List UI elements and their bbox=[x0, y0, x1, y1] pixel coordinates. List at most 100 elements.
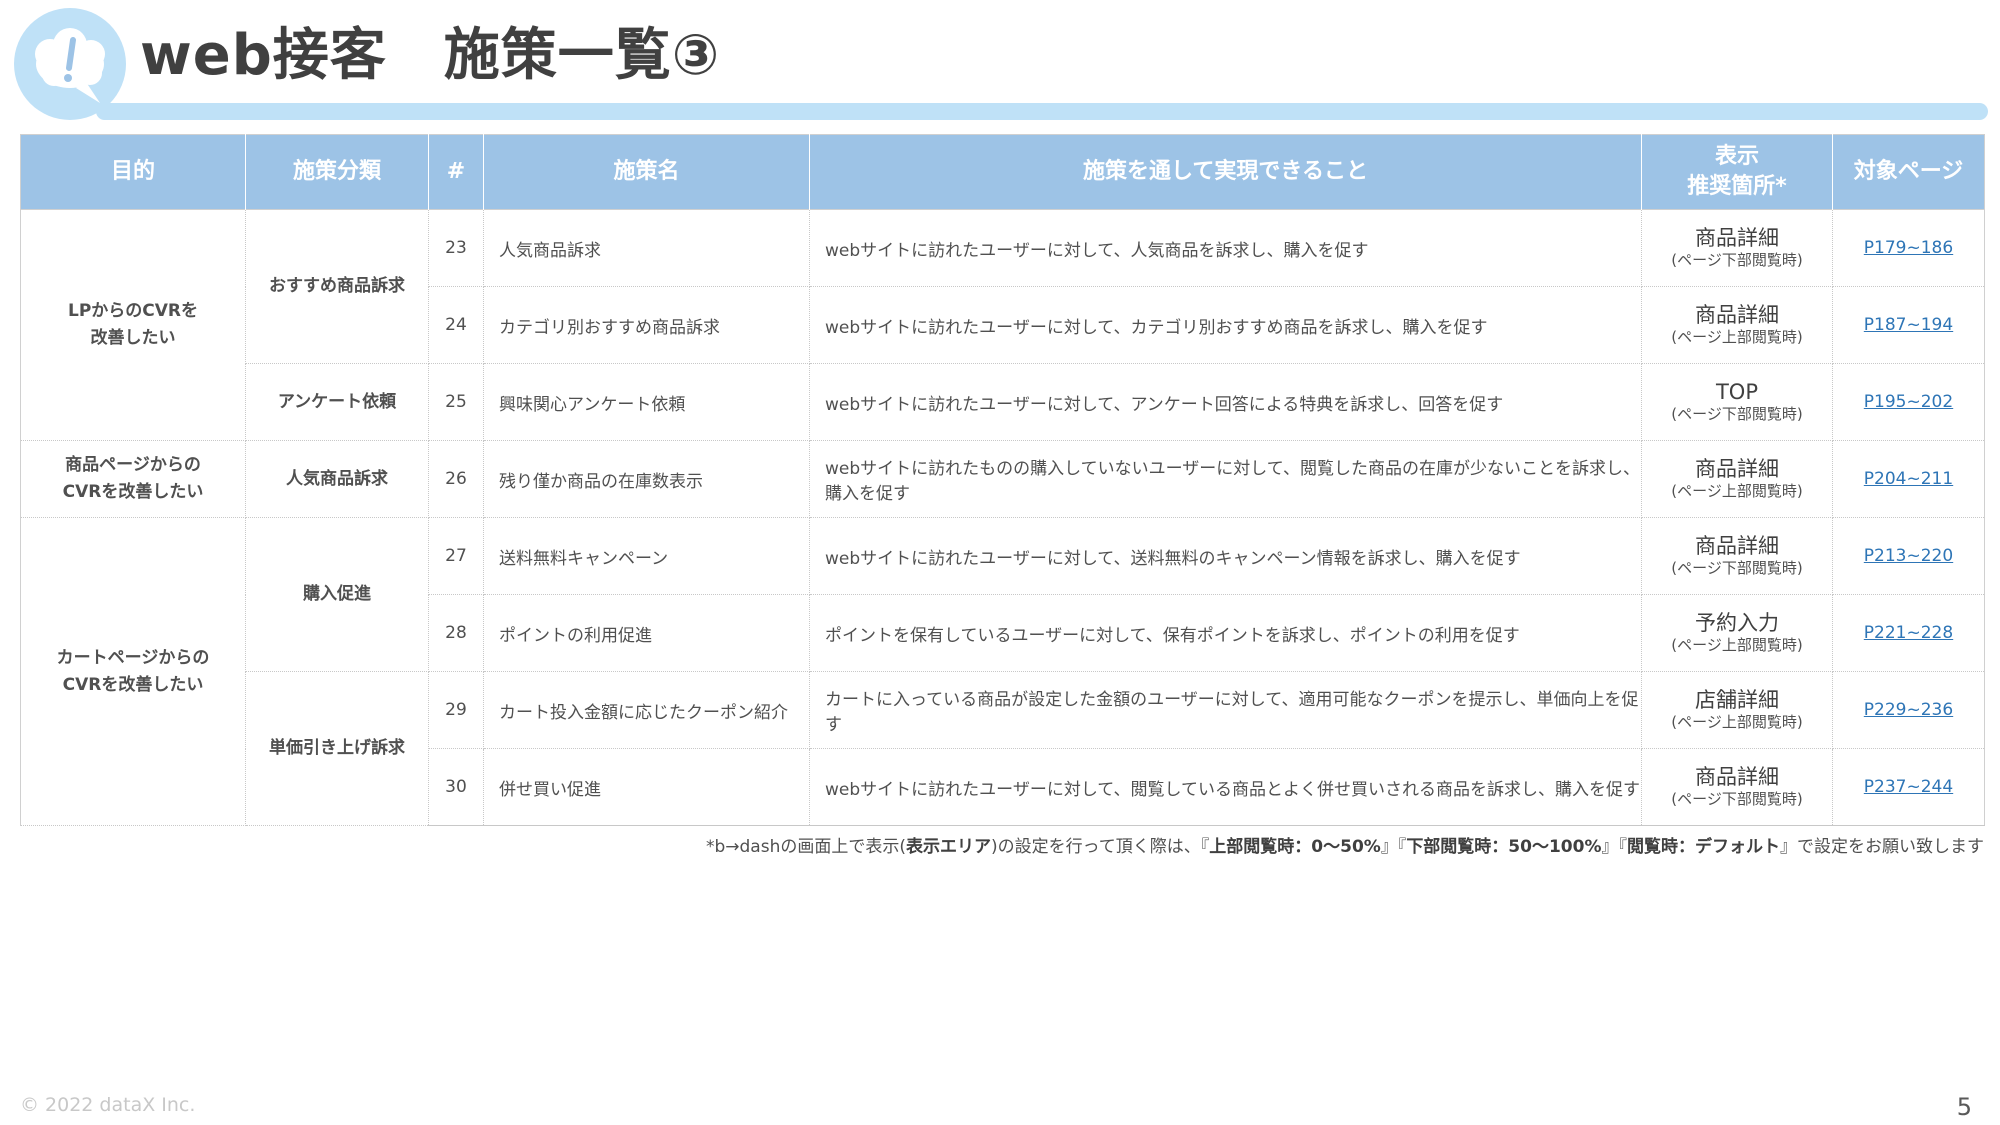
footnote-text: 』『 bbox=[1601, 837, 1628, 857]
target-page-link[interactable]: P204~211 bbox=[1864, 469, 1953, 489]
footnote-text: 』『 bbox=[1380, 837, 1407, 857]
purpose-line2: CVRを改善したい bbox=[62, 674, 204, 695]
measure-description: webサイトに訪れたユーザーに対して、カテゴリ別おすすめ商品を訴求し、購入を促す bbox=[809, 286, 1642, 364]
measure-description: カートに入っている商品が設定した金額のユーザーに対して、適用可能なクーポンを提示… bbox=[809, 671, 1642, 749]
placement-cell: 予約入力 (ページ上部閲覧時) bbox=[1641, 594, 1833, 672]
placement-header-line2: 推奨箇所* bbox=[1687, 174, 1787, 199]
measure-name: 人気商品訴求 bbox=[483, 209, 810, 287]
placement-cell: TOP (ページ下部閲覧時) bbox=[1641, 363, 1833, 441]
placement-sub: (ページ下部閲覧時) bbox=[1671, 790, 1803, 808]
measure-number: 26 bbox=[428, 440, 484, 518]
placement-cell: 商品詳細 (ページ下部閲覧時) bbox=[1641, 517, 1833, 595]
col-header-placement: 表示推奨箇所* bbox=[1641, 134, 1833, 210]
measure-name: 併せ買い促進 bbox=[483, 748, 810, 826]
placement-sub: (ページ下部閲覧時) bbox=[1671, 405, 1803, 423]
purpose-line2: 改善したい bbox=[90, 328, 176, 348]
target-page-link[interactable]: P237~244 bbox=[1864, 777, 1953, 797]
measure-name: 興味関心アンケート依頼 bbox=[483, 363, 810, 441]
measure-name: カート投入金額に応じたクーポン紹介 bbox=[483, 671, 810, 749]
placement-cell: 商品詳細 (ページ上部閲覧時) bbox=[1641, 440, 1833, 518]
purpose-cell: LPからのCVRを 改善したい bbox=[20, 209, 246, 441]
measure-description: webサイトに訪れたものの購入していないユーザーに対して、閲覧した商品の在庫が少… bbox=[809, 440, 1642, 518]
category-cell: 単価引き上げ訴求 bbox=[245, 671, 429, 826]
placement-sub: (ページ上部閲覧時) bbox=[1671, 328, 1803, 346]
placement-main: 店舗詳細 bbox=[1695, 688, 1779, 712]
table-row: カートページからの CVRを改善したい 購入促進 27 送料無料キャンペーン we… bbox=[20, 517, 1985, 826]
placement-header-line1: 表示 bbox=[1714, 144, 1759, 169]
col-header-num: # bbox=[428, 134, 484, 210]
measure-description: ポイントを保有しているユーザーに対して、保有ポイントを訴求し、ポイントの利用を促… bbox=[809, 594, 1642, 672]
measure-number: 28 bbox=[428, 594, 484, 672]
target-page-link[interactable]: P187~194 bbox=[1864, 315, 1953, 335]
placement-cell: 商品詳細 (ページ下部閲覧時) bbox=[1641, 748, 1833, 826]
placement-sub: (ページ上部閲覧時) bbox=[1671, 636, 1803, 654]
table-header-row: 目的 施策分類 # 施策名 施策を通して実現できること 表示推奨箇所* 対象ペー… bbox=[20, 134, 1985, 210]
placement-sub: (ページ下部閲覧時) bbox=[1671, 559, 1803, 577]
footnote-bold: 下部閲覧時：50～100% bbox=[1406, 837, 1602, 857]
table-row: 単価引き上げ訴求 29 カート投入金額に応じたクーポン紹介 カートに入っている商… bbox=[21, 671, 1985, 826]
page-number: 5 bbox=[1956, 1093, 1972, 1121]
target-page-cell: P213~220 bbox=[1832, 517, 1985, 595]
measure-number: 25 bbox=[428, 363, 484, 441]
measure-name: 送料無料キャンペーン bbox=[483, 517, 810, 595]
category-cell: アンケート依頼 bbox=[245, 363, 429, 441]
target-page-link[interactable]: P195~202 bbox=[1864, 392, 1953, 412]
measure-name: カテゴリ別おすすめ商品訴求 bbox=[483, 286, 810, 364]
footnote-bold: 上部閲覧時：0～50% bbox=[1209, 837, 1381, 857]
category-cell: 購入促進 bbox=[245, 517, 429, 672]
page-title: web接客 施策一覧③ bbox=[140, 23, 721, 88]
purpose-cell: カートページからの CVRを改善したい bbox=[20, 517, 246, 826]
target-page-cell: P221~228 bbox=[1832, 594, 1985, 672]
placement-cell: 店舗詳細 (ページ上部閲覧時) bbox=[1641, 671, 1833, 749]
copyright: © 2022 dataX Inc. bbox=[20, 1094, 196, 1116]
col-header-description: 施策を通して実現できること bbox=[809, 134, 1642, 210]
title-underline-bar bbox=[96, 103, 1988, 120]
measure-name: ポイントの利用促進 bbox=[483, 594, 810, 672]
footnote-bold: 閲覧時：デフォルト bbox=[1627, 837, 1780, 857]
target-page-cell: P187~194 bbox=[1832, 286, 1985, 364]
placement-main: TOP bbox=[1715, 380, 1759, 404]
purpose-line1: LPからのCVRを bbox=[67, 301, 198, 321]
target-page-cell: P237~244 bbox=[1832, 748, 1985, 826]
col-header-name: 施策名 bbox=[483, 134, 810, 210]
target-page-link[interactable]: P221~228 bbox=[1864, 623, 1953, 643]
footnote-text: )の設定を行って頂く際は、『 bbox=[990, 837, 1210, 857]
measure-number: 24 bbox=[428, 286, 484, 364]
footnote: *b→dashの画面上で表示(表示エリア)の設定を行って頂く際は、『上部閲覧時：… bbox=[706, 832, 1984, 857]
placement-sub: (ページ上部閲覧時) bbox=[1671, 713, 1803, 731]
target-page-cell: P195~202 bbox=[1832, 363, 1985, 441]
placement-sub: (ページ下部閲覧時) bbox=[1671, 251, 1803, 269]
placement-main: 商品詳細 bbox=[1695, 457, 1779, 481]
purpose-line1: 商品ページからの bbox=[65, 455, 201, 475]
measure-number: 30 bbox=[428, 748, 484, 826]
footnote-text: 』で設定をお願い致します bbox=[1780, 837, 1984, 857]
placement-main: 商品詳細 bbox=[1695, 226, 1779, 250]
purpose-line1: カートページからの bbox=[56, 647, 210, 668]
placement-cell: 商品詳細 (ページ下部閲覧時) bbox=[1641, 209, 1833, 287]
placement-sub: (ページ上部閲覧時) bbox=[1671, 482, 1803, 500]
footnote-text: *b→dashの画面上で表示( bbox=[705, 837, 906, 857]
purpose-cell: 商品ページからの CVRを改善したい bbox=[20, 440, 246, 518]
footnote-bold: 表示エリア bbox=[905, 837, 991, 857]
purpose-line2: CVRを改善したい bbox=[62, 482, 204, 502]
table-row: アンケート依頼 25 興味関心アンケート依頼 webサイトに訪れたユーザーに対し… bbox=[21, 363, 1985, 441]
measure-number: 29 bbox=[428, 671, 484, 749]
target-page-cell: P229~236 bbox=[1832, 671, 1985, 749]
table-row: 商品ページからの CVRを改善したい 人気商品訴求 26 残り僅か商品の在庫数表示… bbox=[20, 440, 1985, 518]
col-header-target-page: 対象ページ bbox=[1832, 134, 1985, 210]
placement-main: 商品詳細 bbox=[1695, 534, 1779, 558]
target-page-link[interactable]: P213~220 bbox=[1864, 546, 1953, 566]
measure-number: 27 bbox=[428, 517, 484, 595]
measure-number: 23 bbox=[428, 209, 484, 287]
measure-name: 残り僅か商品の在庫数表示 bbox=[483, 440, 810, 518]
col-header-category: 施策分類 bbox=[245, 134, 429, 210]
target-page-link[interactable]: P229~236 bbox=[1864, 700, 1953, 720]
col-header-purpose: 目的 bbox=[20, 134, 246, 210]
measure-description: webサイトに訪れたユーザーに対して、閲覧している商品とよく併せ買いされる商品を… bbox=[809, 748, 1642, 826]
placement-cell: 商品詳細 (ページ上部閲覧時) bbox=[1641, 286, 1833, 364]
placement-main: 商品詳細 bbox=[1695, 765, 1779, 789]
target-page-link[interactable]: P179~186 bbox=[1864, 238, 1953, 258]
category-cell: おすすめ商品訴求 bbox=[245, 209, 429, 364]
measure-description: webサイトに訪れたユーザーに対して、送料無料のキャンペーン情報を訴求し、購入を… bbox=[809, 517, 1642, 595]
placement-main: 商品詳細 bbox=[1695, 303, 1779, 327]
